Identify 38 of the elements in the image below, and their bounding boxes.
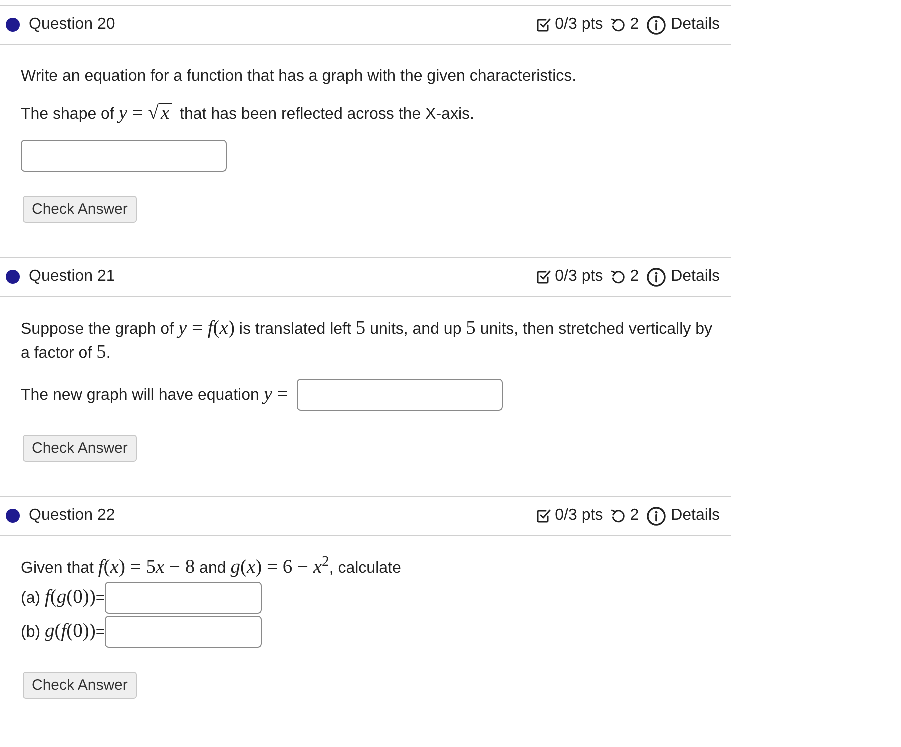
question-title: Question 22 (29, 506, 116, 526)
attempts-count: 2 (630, 267, 640, 287)
question-text: Suppose the graph of y = f(x) is translated left 5 units, and up 5 units, then stretched vertically by a factor of 5. (21, 317, 714, 365)
check-answer-button[interactable]: Check Answer (23, 672, 137, 699)
points-text: 0/3 pts (555, 267, 604, 287)
details-button[interactable]: Details (647, 13, 720, 37)
check-answer-button[interactable]: Check Answer (23, 435, 137, 462)
question-title: Question 21 (29, 267, 116, 287)
checkbox-icon (537, 18, 552, 32)
points-text: 0/3 pts (555, 506, 604, 526)
status-dot-icon (6, 270, 20, 284)
points-text: 0/3 pts (555, 15, 604, 35)
checkbox-icon (537, 509, 552, 523)
answer-field[interactable] (297, 379, 504, 411)
info-icon (647, 16, 666, 34)
question-text: The new graph will have equation y = (21, 383, 288, 407)
checkbox-icon (537, 270, 552, 284)
status-dot-icon (6, 18, 20, 32)
attempts-count: 2 (630, 15, 640, 35)
attempts-count: 2 (630, 506, 640, 526)
answer-field[interactable] (105, 616, 262, 648)
retry-icon (611, 270, 626, 284)
info-icon (647, 506, 666, 526)
question-title: Question 20 (29, 15, 116, 35)
question-text: (a) f(g(0))= (21, 586, 106, 610)
question-text: Given that f(x) = 5x − 8 and g(x) = 6 − x$^{2}$, calculate (21, 556, 402, 580)
question-text: The shape of y = √x that has been reflected across the X-axis. (21, 102, 476, 126)
question-text: (b) g(f(0))= (21, 620, 106, 644)
check-answer-button[interactable]: Check Answer (23, 196, 137, 223)
status-dot-icon (6, 509, 20, 523)
answer-field[interactable] (21, 140, 227, 172)
info-icon (647, 268, 666, 286)
answer-field[interactable] (105, 582, 262, 614)
details-button[interactable]: Details (647, 265, 720, 289)
retry-icon (611, 18, 626, 32)
retry-icon (611, 508, 626, 524)
question-text: Write an equation for a function that has a graph with the given characteristics. (21, 67, 578, 87)
details-button[interactable]: Details (647, 504, 720, 528)
